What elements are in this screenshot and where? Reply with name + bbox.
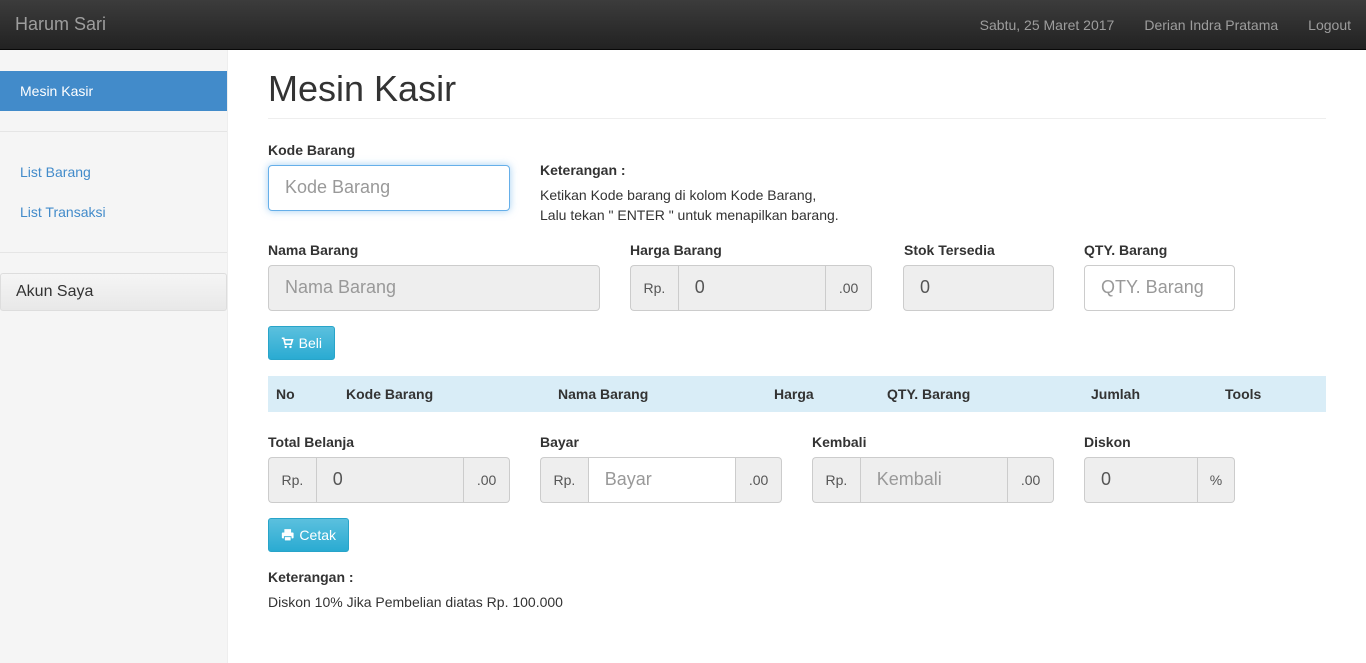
- diskon-label: Diskon: [1084, 434, 1131, 450]
- beli-button[interactable]: Beli: [268, 326, 335, 360]
- sidebar-divider: [0, 131, 227, 132]
- footer-note-text: Diskon 10% Jika Pembelian diatas Rp. 100…: [268, 594, 563, 610]
- footer-note-title: Keterangan :: [268, 569, 354, 585]
- brand-link[interactable]: Harum Sari: [15, 14, 106, 35]
- total-belanja-group: Rp. 0 .00: [268, 457, 510, 503]
- bayar-input[interactable]: Bayar: [587, 457, 737, 503]
- table-header-kode: Kode Barang: [346, 386, 434, 402]
- sidebar-item-list-transaksi[interactable]: List Transaksi: [20, 204, 106, 220]
- cents-addon: .00: [1008, 457, 1054, 503]
- stok-label: Stok Tersedia: [904, 242, 995, 258]
- navbar-right: Sabtu, 25 Maret 2017 Derian Indra Pratam…: [965, 0, 1366, 50]
- currency-addon: Rp.: [812, 457, 860, 503]
- print-icon: [281, 529, 294, 542]
- cetak-button[interactable]: Cetak: [268, 518, 349, 552]
- total-belanja-label: Total Belanja: [268, 434, 355, 450]
- sidebar-item-list-barang[interactable]: List Barang: [20, 164, 91, 180]
- percent-addon: %: [1198, 457, 1235, 503]
- diskon-input[interactable]: 0: [1084, 457, 1198, 503]
- sidebar: Mesin Kasir List Barang List Transaksi A…: [0, 50, 228, 663]
- kembali-group: Rp. Kembali .00: [812, 457, 1054, 503]
- table-header-nama: Nama Barang: [558, 386, 649, 402]
- user-name-link[interactable]: Derian Indra Pratama: [1129, 0, 1293, 50]
- harga-barang-input[interactable]: 0: [677, 265, 827, 311]
- currency-addon: Rp.: [540, 457, 588, 503]
- table-header-no: No: [276, 386, 295, 402]
- info-line-2: Lalu tekan " ENTER " untuk menapilkan ba…: [540, 207, 839, 223]
- navbar: Harum Sari Sabtu, 25 Maret 2017 Derian I…: [0, 0, 1366, 50]
- table-header-tools: Tools: [1225, 386, 1262, 402]
- table-header-jumlah: Jumlah: [1091, 386, 1141, 402]
- kembali-input[interactable]: Kembali: [859, 457, 1009, 503]
- currency-addon: Rp.: [630, 265, 678, 311]
- qty-label: QTY. Barang: [1084, 242, 1168, 258]
- sidebar-panel-akun-saya[interactable]: Akun Saya: [0, 273, 227, 311]
- cents-addon: .00: [826, 265, 872, 311]
- qty-input[interactable]: QTY. Barang: [1084, 265, 1235, 311]
- beli-button-label: Beli: [298, 335, 322, 351]
- kode-barang-label: Kode Barang: [268, 142, 356, 158]
- sidebar-item-mesin-kasir[interactable]: Mesin Kasir: [0, 71, 227, 111]
- info-title: Keterangan :: [540, 162, 626, 178]
- kembali-label: Kembali: [812, 434, 867, 450]
- total-belanja-input[interactable]: 0: [315, 457, 465, 503]
- cart-icon: [281, 337, 294, 349]
- table-header-harga: Harga: [774, 386, 814, 402]
- cents-addon: .00: [464, 457, 510, 503]
- diskon-group: 0 %: [1084, 457, 1235, 503]
- nama-barang-label: Nama Barang: [268, 242, 359, 258]
- cetak-button-label: Cetak: [299, 527, 336, 543]
- current-date: Sabtu, 25 Maret 2017: [979, 17, 1115, 33]
- harga-barang-group: Rp. 0 .00: [630, 265, 872, 311]
- kode-barang-input[interactable]: Kode Barang: [268, 165, 510, 211]
- stok-input[interactable]: 0: [903, 265, 1054, 311]
- bayar-label: Bayar: [540, 434, 579, 450]
- logout-link[interactable]: Logout: [1293, 0, 1366, 50]
- cart-table-header: No Kode Barang Nama Barang Harga QTY. Ba…: [268, 376, 1326, 412]
- table-header-qty: QTY. Barang: [887, 386, 971, 402]
- page-title: Mesin Kasir: [268, 68, 457, 109]
- info-line-1: Ketikan Kode barang di kolom Kode Barang…: [540, 187, 817, 203]
- currency-addon: Rp.: [268, 457, 316, 503]
- harga-barang-label: Harga Barang: [630, 242, 722, 258]
- sidebar-divider: [0, 252, 227, 253]
- nama-barang-input[interactable]: Nama Barang: [268, 265, 600, 311]
- cents-addon: .00: [736, 457, 782, 503]
- bayar-group: Rp. Bayar .00: [540, 457, 782, 503]
- title-divider: [268, 118, 1326, 119]
